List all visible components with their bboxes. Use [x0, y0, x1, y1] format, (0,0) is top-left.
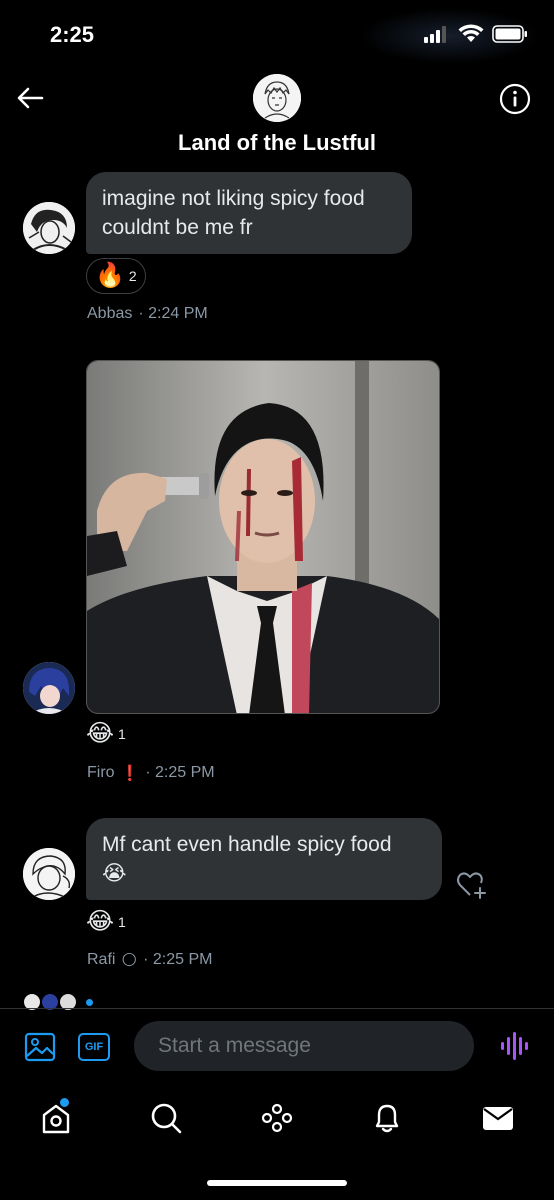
home-indicator	[207, 1180, 347, 1186]
message-time: · 2:25 PM	[143, 951, 213, 968]
avatar-image	[23, 848, 75, 900]
conversation-header: Land of the Lustful	[0, 70, 554, 170]
back-button[interactable]	[14, 82, 46, 114]
status-time: 2:25	[50, 22, 95, 47]
home-icon	[42, 1104, 70, 1134]
message-meta: Rafi 🌕 · 2:25 PM	[87, 951, 212, 969]
message-meta: Abbas · 2:24 PM	[87, 305, 208, 323]
bottom-nav	[0, 1086, 554, 1200]
reaction-count: 1	[118, 914, 126, 930]
signal-icon	[424, 26, 446, 43]
group-avatar[interactable]	[253, 74, 301, 122]
bell-icon	[375, 1104, 399, 1133]
nav-notifications[interactable]	[369, 1100, 405, 1136]
laughing-emoji: 😂	[86, 908, 115, 935]
gif-icon: GIF	[84, 1041, 104, 1053]
back-arrow-icon	[17, 87, 44, 109]
mail-icon	[483, 1107, 513, 1130]
nav-spaces[interactable]	[259, 1100, 295, 1136]
nav-messages[interactable]	[480, 1100, 516, 1136]
status-bar: 2:25	[0, 0, 554, 70]
sender-name: Rafi	[87, 951, 116, 968]
message-composer: GIF	[0, 1008, 554, 1086]
notification-dot	[60, 1098, 69, 1107]
spaces-icon	[261, 1103, 293, 1133]
status-icons	[424, 24, 528, 44]
info-icon	[499, 83, 531, 115]
reaction-count: 2	[128, 268, 137, 284]
avatar-image	[23, 202, 75, 254]
nav-home[interactable]	[38, 1098, 74, 1136]
battery-icon	[492, 25, 527, 43]
photo-man-with-gun	[87, 361, 439, 713]
gif-button[interactable]: GIF	[78, 1033, 110, 1061]
wifi-icon	[458, 24, 484, 42]
laughing-emoji: 😂	[86, 720, 115, 747]
reaction-badge[interactable]: 😂 1	[86, 722, 126, 746]
reaction-badge[interactable]: 🔥 2	[86, 258, 146, 294]
search-icon	[151, 1103, 182, 1134]
sender-badge: 🌕	[121, 952, 138, 969]
image-message[interactable]	[86, 360, 440, 714]
message-input[interactable]	[134, 1021, 474, 1071]
sender-badge: ❗	[120, 765, 140, 782]
sender-avatar-abbas[interactable]	[23, 202, 75, 254]
message-bubble[interactable]: Mf cant even handle spicy food 😭	[86, 818, 442, 900]
heart-plus-icon	[457, 872, 486, 899]
message-text: imagine not liking spicy food couldnt be…	[102, 187, 365, 239]
message-meta: Firo ❗ · 2:25 PM	[87, 764, 215, 782]
avatar-image	[23, 662, 75, 714]
voice-message-button[interactable]	[500, 1031, 528, 1061]
sender-name: Abbas	[87, 305, 133, 322]
reaction-count: 1	[118, 726, 126, 742]
message-emoji: 😭	[102, 862, 127, 885]
info-button[interactable]	[498, 82, 532, 116]
add-reaction-button[interactable]	[455, 868, 487, 900]
voice-icon	[501, 1032, 528, 1060]
image-icon	[24, 1032, 56, 1062]
sender-avatar-firo[interactable]	[23, 662, 75, 714]
typing-dot	[86, 998, 93, 1006]
reaction-badge[interactable]: 😂 1	[86, 910, 126, 934]
message-bubble[interactable]: imagine not liking spicy food couldnt be…	[86, 172, 412, 254]
nav-search[interactable]	[148, 1100, 184, 1136]
sender-avatar-rafi[interactable]	[23, 848, 75, 900]
fire-emoji: 🔥	[95, 262, 125, 289]
group-avatar-image	[253, 74, 301, 122]
message-time: · 2:25 PM	[145, 764, 215, 781]
conversation-title[interactable]: Land of the Lustful	[0, 130, 554, 156]
add-image-button[interactable]	[24, 1031, 56, 1063]
message-time: · 2:24 PM	[138, 305, 208, 322]
sender-name: Firo	[87, 764, 115, 781]
message-text: Mf cant even handle spicy food	[102, 833, 392, 856]
